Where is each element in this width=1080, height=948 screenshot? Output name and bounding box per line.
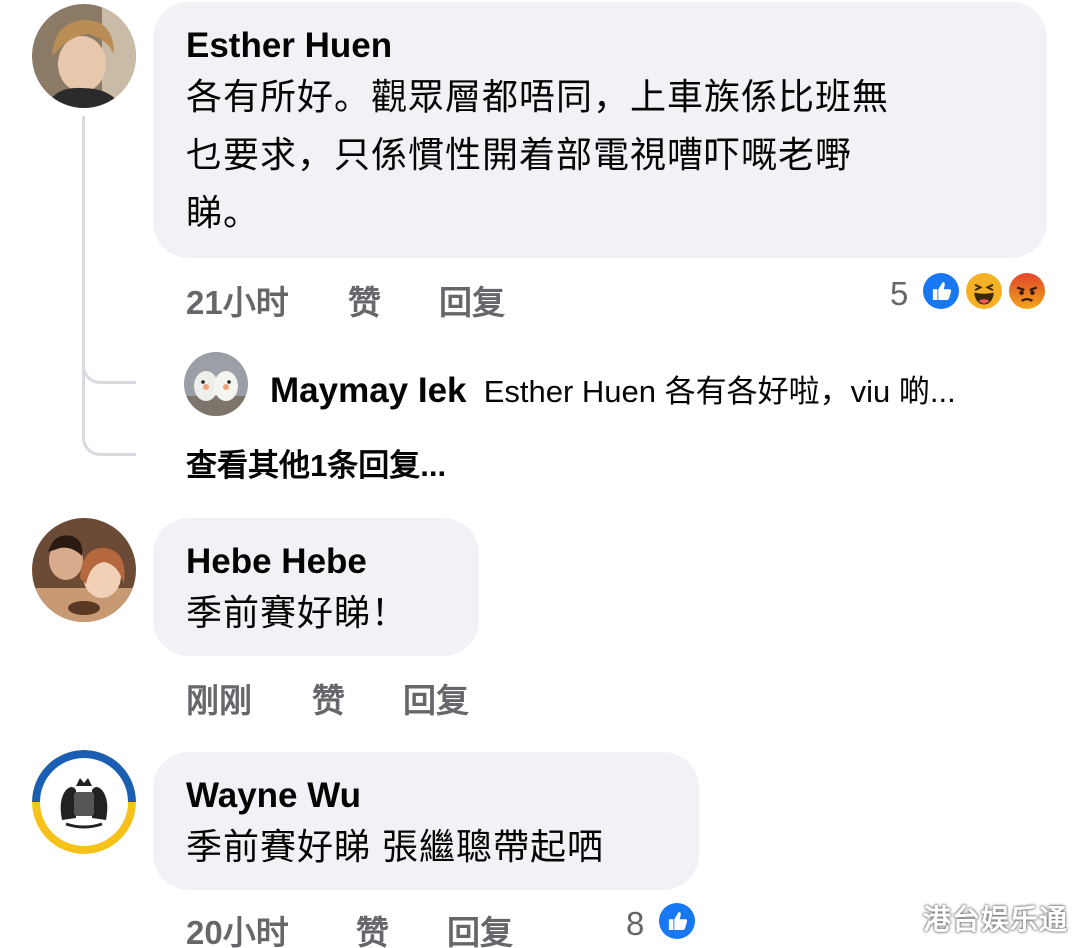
avatar-maymay-iek[interactable] [184, 352, 248, 416]
comment-text-line: 乜要求，只係慣性開着部電視嘈吓嘅老嘢 [186, 134, 853, 175]
like-button[interactable]: 赞 [348, 276, 381, 324]
comment-text-line: 季前賽好睇！ [186, 592, 409, 633]
thread-line [82, 116, 85, 378]
comment-actions: 21小时 赞 回复 [186, 276, 586, 321]
reply-text: Esther Huen 各有各好啦，viu 啲... [483, 374, 956, 409]
reply-button[interactable]: 回复 [447, 906, 513, 948]
avatar-hebe-hebe[interactable] [32, 518, 136, 622]
reaction-count[interactable]: 8 [626, 905, 644, 943]
comment-author[interactable]: Hebe Hebe [186, 542, 367, 582]
comment-text-line: 各有所好。觀眾層都唔同，上車族係比班無 [186, 76, 890, 117]
comment-author[interactable]: Wayne Wu [186, 776, 361, 816]
like-button[interactable]: 赞 [356, 906, 389, 948]
comment-actions: 20小时 赞 回复 [186, 906, 586, 948]
reaction-count[interactable]: 5 [890, 275, 908, 313]
reply-author[interactable]: Maymay Iek [270, 371, 467, 410]
comment-timestamp[interactable]: 20小时 [186, 906, 289, 948]
reply-button[interactable]: 回复 [439, 276, 505, 324]
like-icon[interactable] [920, 270, 962, 312]
like-icon[interactable] [656, 900, 698, 942]
comment-author[interactable]: Esther Huen [186, 26, 392, 66]
comment-timestamp[interactable]: 21小时 [186, 276, 289, 324]
comment-timestamp[interactable]: 刚刚 [186, 674, 252, 722]
reply-preview[interactable]: Maymay Iek Esther Huen 各有各好啦，viu 啲... [270, 366, 956, 411]
comment-text-line: 睇。 [186, 192, 261, 233]
reply-button[interactable]: 回复 [403, 674, 469, 722]
comment-actions: 刚刚 赞 回复 [186, 674, 586, 719]
avatar-esther-huen[interactable] [32, 4, 136, 108]
haha-icon[interactable] [963, 270, 1005, 312]
like-button[interactable]: 赞 [312, 674, 345, 722]
comment-text-line: 季前賽好睇 張繼聰帶起哂 [186, 826, 605, 867]
avatar-wayne-wu[interactable] [32, 750, 136, 854]
view-more-replies-link[interactable]: 查看其他1条回复... [186, 440, 446, 485]
angry-icon[interactable] [1006, 270, 1048, 312]
watermark: 港台娱乐通 [922, 904, 1068, 935]
thread-curve-more [82, 378, 136, 456]
